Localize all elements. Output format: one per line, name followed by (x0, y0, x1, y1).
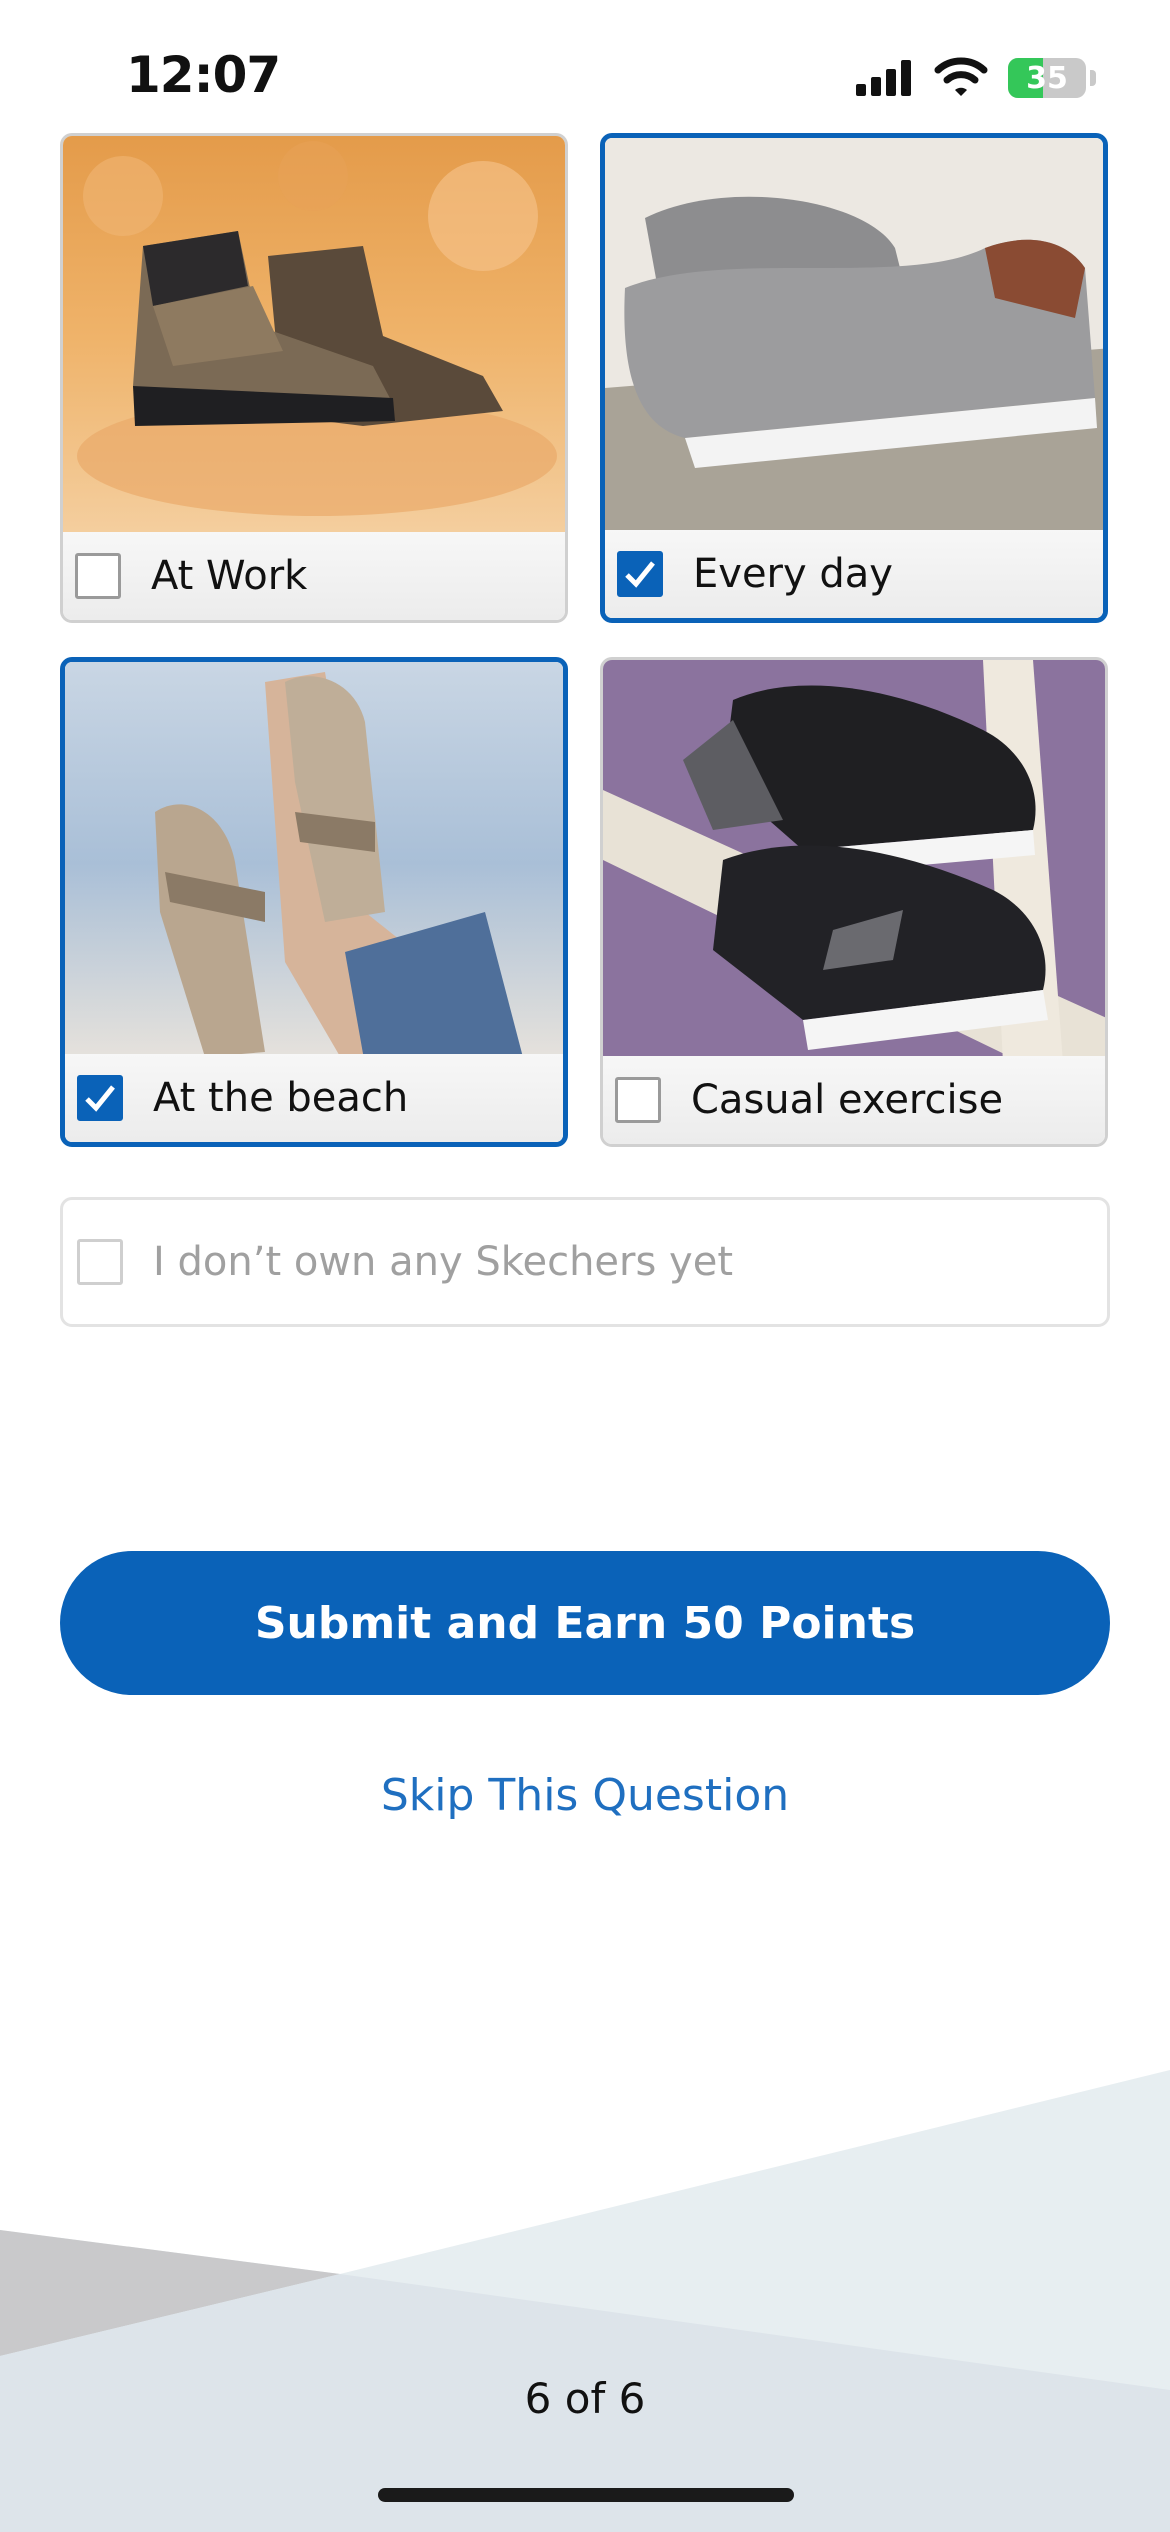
option-label: I don’t own any Skechers yet (153, 1239, 733, 1285)
sneakers-image (603, 660, 1105, 1063)
slip-on-shoes-image (605, 138, 1103, 541)
checkbox[interactable] (75, 553, 121, 599)
option-card-at-the-beach[interactable]: At the beach (60, 657, 568, 1147)
option-footer: At Work (63, 532, 565, 620)
checkmark-icon (85, 1085, 115, 1112)
checkmark-icon (625, 561, 655, 588)
option-footer: Every day (605, 530, 1103, 618)
option-label: Every day (693, 551, 893, 597)
status-time: 12:07 (126, 46, 281, 104)
skip-question-link[interactable]: Skip This Question (0, 1770, 1170, 1821)
checkbox-checked[interactable] (617, 551, 663, 597)
option-card-casual-exercise[interactable]: Casual exercise (600, 657, 1108, 1147)
cellular-signal-icon (856, 60, 914, 96)
option-card-every-day[interactable]: Every day (600, 133, 1108, 623)
checkbox-checked[interactable] (77, 1075, 123, 1121)
wifi-icon (934, 57, 988, 96)
status-bar: 12:07 35 (0, 0, 1170, 140)
option-footer: At the beach (65, 1054, 563, 1142)
checkbox[interactable] (77, 1239, 123, 1285)
hiking-boots-image (63, 136, 565, 539)
option-no-skechers[interactable]: I don’t own any Skechers yet (60, 1197, 1110, 1327)
background-shapes (0, 2070, 1170, 2532)
battery-cap (1090, 70, 1096, 86)
battery-icon: 35 (1008, 58, 1086, 98)
home-indicator[interactable] (378, 2488, 794, 2502)
option-label: At the beach (153, 1075, 409, 1121)
option-footer: Casual exercise (603, 1056, 1105, 1144)
battery-level: 35 (1026, 61, 1068, 96)
checkbox[interactable] (615, 1077, 661, 1123)
option-label: Casual exercise (691, 1077, 1004, 1123)
page-indicator: 6 of 6 (524, 2374, 646, 2423)
sandals-image (65, 662, 563, 1065)
option-card-at-work[interactable]: At Work (60, 133, 568, 623)
submit-button[interactable]: Submit and Earn 50 Points (60, 1551, 1110, 1695)
option-label: At Work (151, 553, 308, 599)
